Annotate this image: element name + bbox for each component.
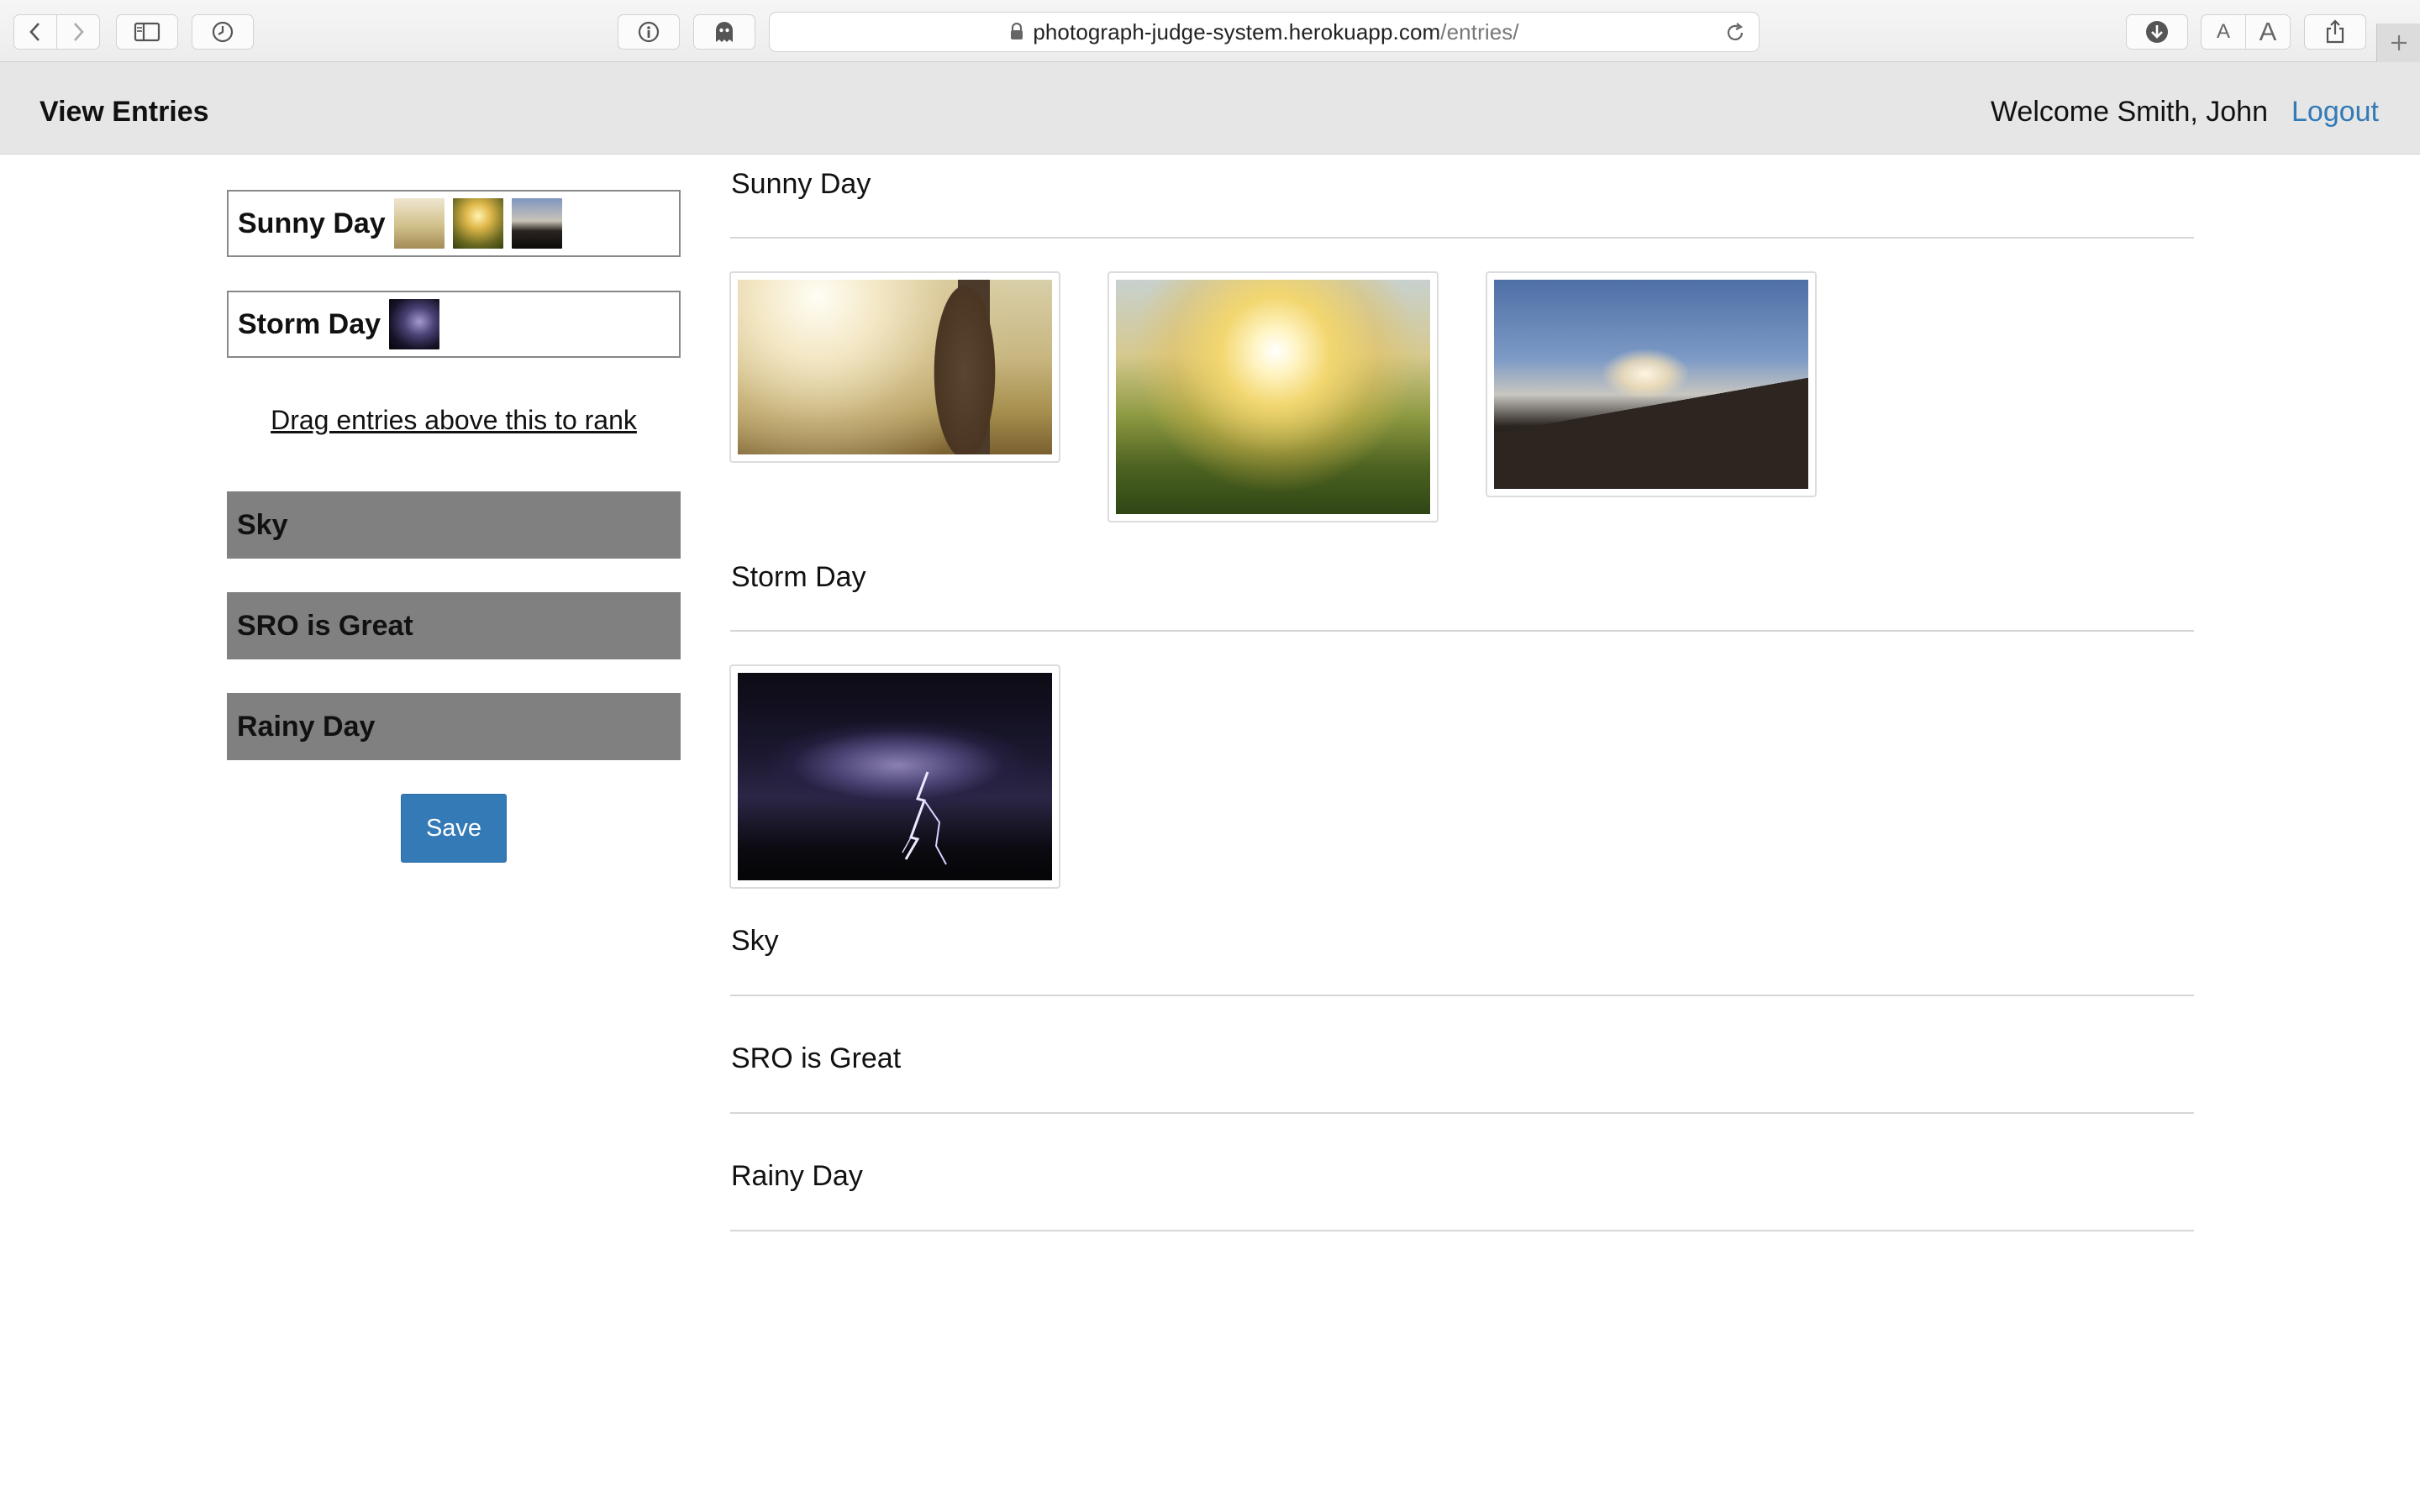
share-icon bbox=[2326, 19, 2344, 44]
url-path: /entries/ bbox=[1440, 18, 1519, 45]
entry-photo[interactable] bbox=[729, 664, 1060, 889]
clock-icon bbox=[212, 21, 234, 43]
info-icon bbox=[638, 21, 660, 43]
save-button[interactable]: Save bbox=[401, 794, 507, 863]
back-button[interactable] bbox=[13, 14, 57, 50]
new-tab-button[interactable] bbox=[2376, 24, 2420, 62]
ranked-entry-storm-day[interactable]: Storm Day bbox=[227, 291, 681, 358]
divider bbox=[730, 995, 2194, 996]
unranked-entry-sky[interactable]: Sky bbox=[227, 491, 681, 559]
history-button[interactable] bbox=[192, 14, 254, 50]
browser-toolbar: photograph-judge-system.herokuapp.com/en… bbox=[0, 0, 2420, 62]
divider bbox=[730, 630, 2194, 632]
unranked-entry-label: SRO is Great bbox=[237, 609, 413, 642]
divider bbox=[730, 1230, 2194, 1231]
url-host: photograph-judge-system.herokuapp.com bbox=[1033, 18, 1441, 45]
page-title[interactable]: View Entries bbox=[39, 96, 209, 129]
rank-divider: Drag entries above this to rank bbox=[271, 405, 637, 435]
reload-icon[interactable] bbox=[1723, 21, 1747, 45]
font-large-label: A bbox=[2259, 17, 2277, 46]
entry-title-rainy-day: Rainy Day bbox=[731, 1160, 863, 1192]
logout-link[interactable]: Logout bbox=[2291, 96, 2379, 129]
app-navbar: View Entries Welcome Smith, John Logout bbox=[0, 62, 2420, 155]
sidebar-icon bbox=[134, 22, 160, 42]
entry-photo[interactable] bbox=[1486, 271, 1817, 497]
divider bbox=[730, 237, 2194, 239]
entry-title-sro-is-great: SRO is Great bbox=[731, 1042, 902, 1074]
extension-button[interactable] bbox=[693, 14, 755, 50]
unranked-entry-label: Sky bbox=[237, 508, 288, 541]
unranked-entry-sro-is-great[interactable]: SRO is Great bbox=[227, 592, 681, 659]
chevron-left-icon bbox=[29, 23, 39, 41]
photo-image bbox=[738, 673, 1052, 880]
ghost-icon bbox=[716, 22, 733, 42]
chevron-right-icon bbox=[74, 23, 84, 41]
plus-icon bbox=[2391, 35, 2407, 50]
ranked-entry-label: Sunny Day bbox=[238, 207, 386, 239]
welcome-text: Welcome Smith, John bbox=[1990, 96, 2268, 128]
entry-thumbnail bbox=[511, 198, 562, 249]
entry-photo[interactable] bbox=[1107, 271, 1439, 522]
entry-thumbnail bbox=[393, 198, 445, 249]
ranked-entry-label: Storm Day bbox=[238, 307, 381, 340]
entry-title-sky: Sky bbox=[731, 925, 779, 957]
site-info-button[interactable] bbox=[618, 14, 680, 50]
download-icon bbox=[2146, 21, 2168, 43]
forward-button[interactable] bbox=[56, 14, 100, 50]
lightning-bolt bbox=[902, 771, 947, 865]
ranked-entry-sunny-day[interactable]: Sunny Day bbox=[227, 190, 681, 257]
entry-thumbnail bbox=[452, 198, 503, 249]
share-button[interactable] bbox=[2304, 14, 2366, 50]
divider bbox=[730, 1112, 2194, 1114]
font-larger-button[interactable]: A bbox=[2245, 14, 2291, 50]
entry-title-storm-day: Storm Day bbox=[731, 561, 866, 593]
font-smaller-button[interactable]: A bbox=[2201, 14, 2246, 50]
photo-image bbox=[738, 280, 1052, 454]
entry-thumbnail bbox=[389, 299, 440, 349]
photo-image bbox=[1494, 280, 1808, 489]
address-bar[interactable]: photograph-judge-system.herokuapp.com/en… bbox=[769, 12, 1760, 52]
photo-image bbox=[1116, 280, 1430, 514]
font-small-label: A bbox=[2216, 20, 2230, 43]
entry-title-sunny-day: Sunny Day bbox=[731, 168, 871, 200]
url-text: photograph-judge-system.herokuapp.com/en… bbox=[1033, 19, 1518, 45]
unranked-entry-rainy-day[interactable]: Rainy Day bbox=[227, 693, 681, 760]
lock-icon bbox=[1011, 23, 1023, 39]
unranked-entry-label: Rainy Day bbox=[237, 710, 376, 743]
entry-photo[interactable] bbox=[729, 271, 1060, 463]
downloads-button[interactable] bbox=[2126, 14, 2188, 50]
sidebar-toggle-button[interactable] bbox=[116, 14, 178, 50]
